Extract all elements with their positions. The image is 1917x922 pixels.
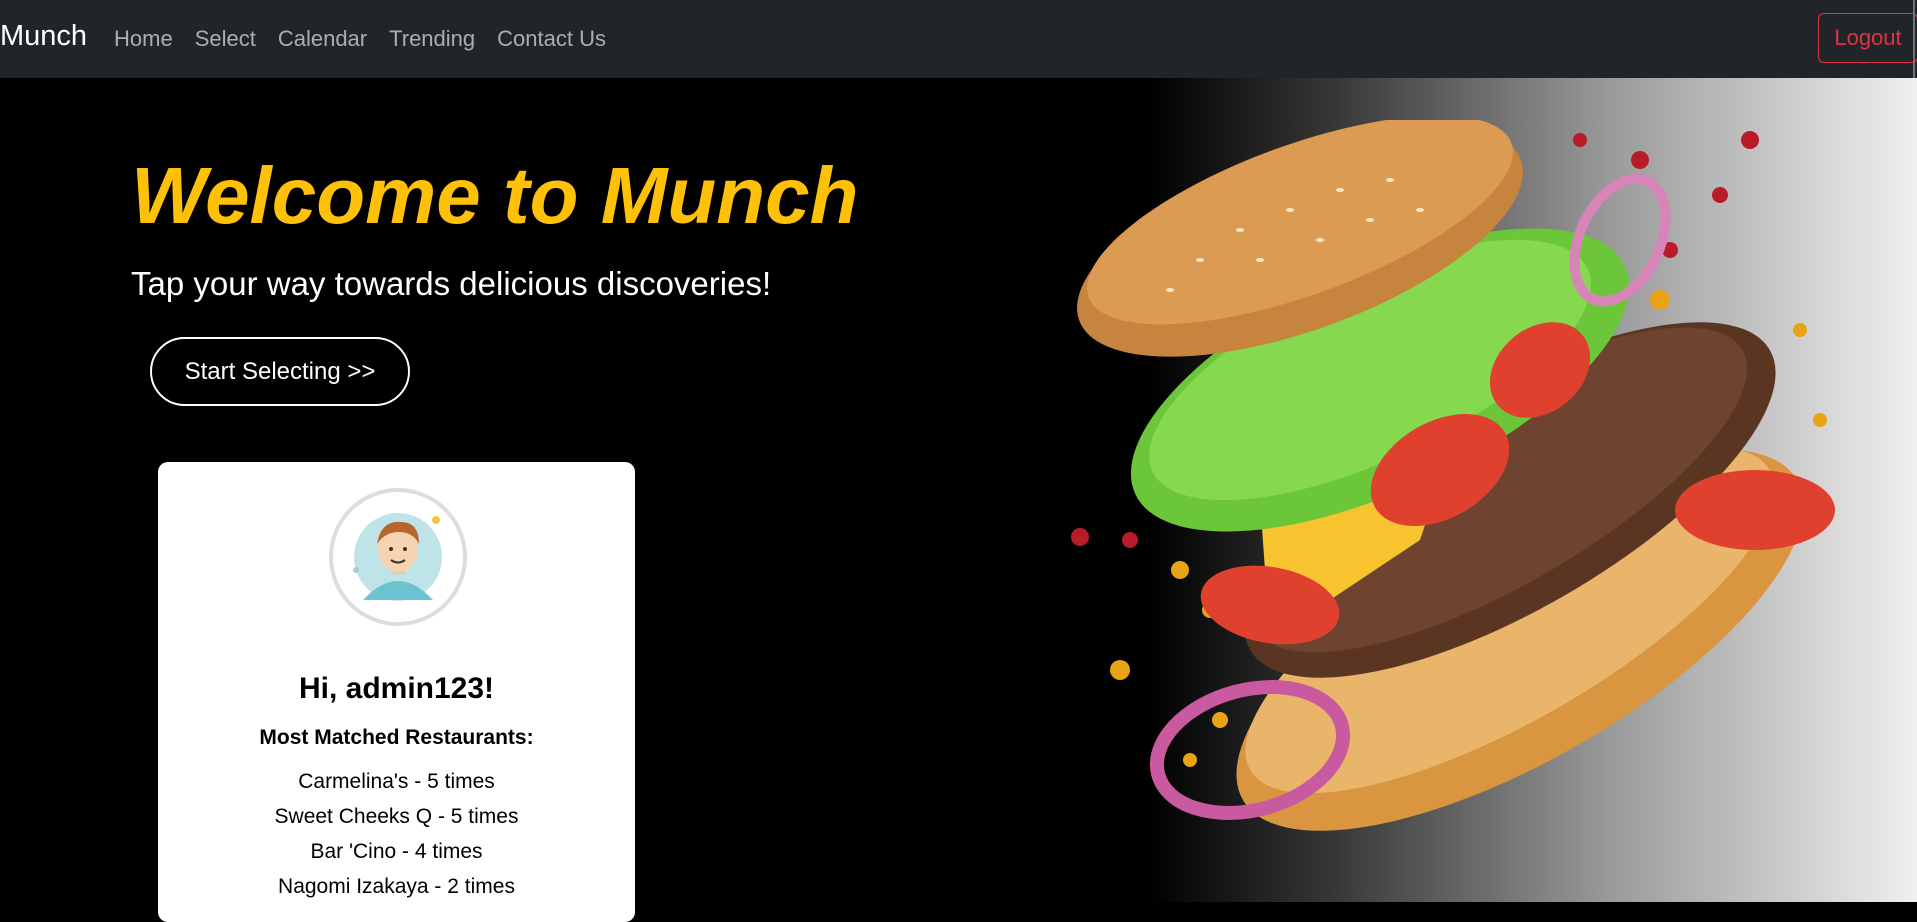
burger-image [1071, 120, 1835, 831]
start-selecting-button[interactable]: Start Selecting >> [150, 337, 410, 406]
matched-restaurants-list: Carmelina's - 5 times Sweet Cheeks Q - 5… [158, 764, 635, 904]
profile-card: Hi, admin123! Most Matched Restaurants: … [158, 462, 635, 922]
avatar [329, 488, 467, 626]
list-item: Sweet Cheeks Q - 5 times [274, 805, 519, 828]
hero-subtitle: Tap your way towards delicious discoveri… [131, 265, 772, 302]
nav-contact-us[interactable]: Contact Us [497, 26, 606, 52]
list-item: Bar 'Cino - 4 times [310, 840, 483, 863]
nav-trending[interactable]: Trending [389, 26, 475, 52]
list-item: Carmelina's - 5 times [298, 770, 495, 793]
top-navbar: Munch Home Select Calendar Trending Cont… [0, 0, 1917, 78]
hero-title: Welcome to Munch [131, 151, 859, 240]
brand-logo[interactable]: Munch [0, 20, 87, 53]
nav-home[interactable]: Home [114, 26, 173, 52]
nav-calendar[interactable]: Calendar [278, 26, 367, 52]
list-item: Nagomi Izakaya - 2 times [278, 875, 515, 898]
matched-restaurants-title: Most Matched Restaurants: [259, 726, 534, 749]
user-avatar-icon [353, 513, 442, 601]
nav-links: Home Select Calendar Trending Contact Us [114, 26, 628, 52]
logout-button[interactable]: Logout [1818, 13, 1917, 63]
greeting: Hi, admin123! [298, 672, 495, 705]
nav-select[interactable]: Select [195, 26, 256, 52]
